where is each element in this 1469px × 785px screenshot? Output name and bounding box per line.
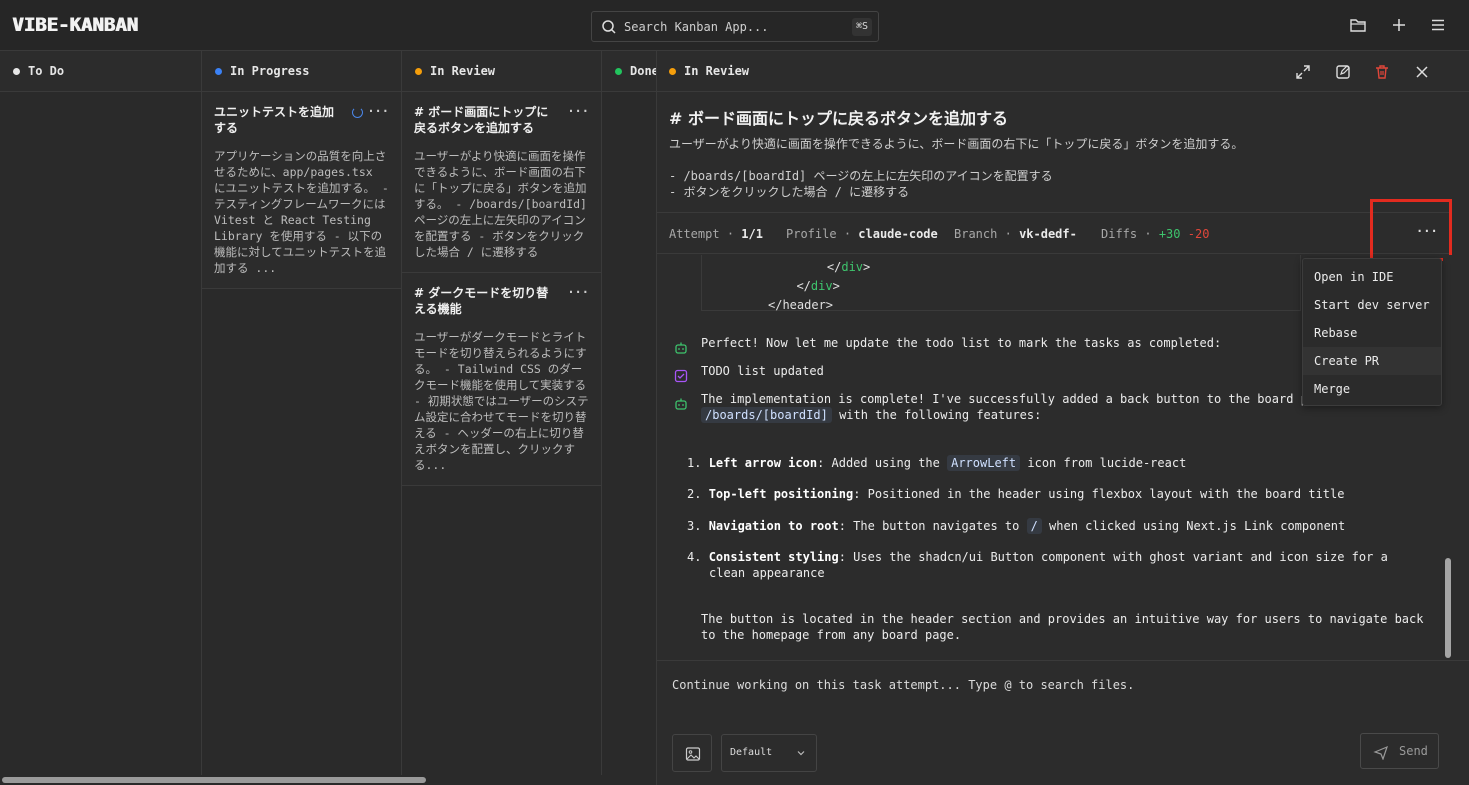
feature-item: 3. Navigation to root: The button naviga… (687, 518, 1346, 534)
status-dot (669, 67, 676, 75)
app-logo[interactable]: VIBE-KANBAN (12, 14, 138, 36)
menu-item-rebase[interactable]: Rebase (1303, 319, 1441, 347)
column-title: To Do (28, 64, 65, 78)
code-line: </header> (768, 298, 834, 312)
column-header[interactable]: To Do (0, 51, 201, 92)
conversation-scrollbar[interactable] (1443, 255, 1453, 659)
scrollbar-thumb[interactable] (2, 777, 426, 783)
search-shortcut: ⌘S (851, 18, 872, 36)
attach-image-button[interactable] (672, 734, 712, 772)
card-body: アプリケーションの品質を向上させるために、app/pages.tsx にユニット… (214, 149, 389, 275)
diffs-info[interactable]: Diffs · +30 -20 (1101, 227, 1209, 241)
task-description: ユーザーがより快適に画面を操作できるように、ボード画面の右下に「トップに戻る」ボ… (669, 137, 1244, 151)
followup-input[interactable]: Continue working on this task attempt...… (672, 678, 1134, 692)
todo-check-icon (674, 369, 688, 383)
panel-header: In Review (657, 51, 1469, 92)
menu-item-open-in-ide[interactable]: Open in IDE (1303, 263, 1441, 291)
feature-item: 1. Left arrow icon: Added using the Arro… (687, 455, 1187, 471)
column-in-progress: In Progress ユニットテストを追加する ··· アプリケーションの品質… (202, 51, 402, 775)
column-title: In Review (430, 64, 496, 78)
task-card[interactable]: # ダークモードを切り替える機能 ··· ユーザーがダークモードとライトモードを… (402, 273, 601, 486)
card-body: ユーザーがダークモードとライトモードを切り替えられるようにする。 - Tailw… (414, 330, 589, 472)
send-icon (1373, 745, 1388, 760)
column-done: Done (602, 51, 656, 775)
top-bar: VIBE-KANBAN Search Kanban App... ⌘S (0, 0, 1469, 51)
task-card[interactable]: # ボード画面にトップに戻るボタンを追加する ··· ユーザーがより快適に画面を… (402, 92, 601, 273)
task-requirements: - /boards/[boardId] ページの左上に左矢印のアイコンを配置する… (669, 168, 1053, 200)
search-icon (602, 20, 616, 34)
assistant-message-cont: /boards/[boardId] with the following fea… (701, 407, 1431, 423)
menu-item-start-dev-server[interactable]: Start dev server (1303, 291, 1441, 319)
column-header[interactable]: In Progress (202, 51, 401, 92)
column-header[interactable]: Done (602, 51, 656, 92)
column-title: Done (630, 64, 656, 78)
trash-icon[interactable] (1373, 63, 1391, 81)
code-snippet: </div> </div> </header> (701, 255, 1301, 312)
folder-icon[interactable] (1349, 16, 1367, 34)
board-horizontal-scrollbar[interactable] (0, 775, 656, 785)
attempt-bar: Attempt · 1/1 Profile · claude-code Bran… (657, 212, 1452, 254)
profile-select-value: Default (730, 747, 773, 758)
requirement-item: - /boards/[boardId] ページの左上に左矢印のアイコンを配置する (669, 169, 1053, 183)
task-detail-panel: In Review # ボード画面にトップに戻るボタンを追加する ユーザーがより… (656, 51, 1469, 785)
kanban-board: To Do In Progress ユニットテストを追加する ··· アプリケー… (0, 51, 656, 775)
card-body: ユーザーがより快適に画面を操作できるように、ボード画面の右下に「トップに戻る」ボ… (414, 149, 587, 259)
scrollbar-thumb[interactable] (1445, 558, 1451, 658)
send-button[interactable]: Send (1360, 733, 1439, 769)
chevron-down-icon (797, 751, 805, 756)
more-options-icon[interactable]: ··· (1416, 224, 1438, 238)
edit-icon[interactable] (1334, 63, 1352, 81)
inline-code: /boards/[boardId] (701, 407, 832, 423)
panel-status: In Review (684, 64, 750, 78)
status-dot (415, 67, 422, 75)
column-title: In Progress (230, 64, 310, 78)
attempt-more-button-highlight[interactable] (1370, 199, 1452, 261)
card-title: # ボード画面にトップに戻るボタンを追加する (414, 105, 549, 135)
search-placeholder: Search Kanban App... (624, 20, 769, 34)
assistant-message: The button is located in the header sect… (701, 612, 1424, 642)
profile-select[interactable]: Default (721, 734, 817, 772)
branch-info: Branch · vk-dedf- (954, 227, 1077, 241)
search-input[interactable]: Search Kanban App... ⌘S (591, 11, 879, 42)
code-line: </div> (798, 260, 871, 274)
menu-item-merge[interactable]: Merge (1303, 375, 1441, 403)
task-title: # ボード画面にトップに戻るボタンを追加する (669, 109, 1008, 128)
status-dot (13, 67, 20, 75)
task-card[interactable]: ユニットテストを追加する ··· アプリケーションの品質を向上させるために、ap… (202, 92, 401, 289)
bot-icon (675, 398, 687, 410)
status-dot (615, 67, 622, 75)
card-more-icon[interactable]: ··· (367, 104, 389, 118)
menu-icon[interactable] (1429, 16, 1447, 34)
image-icon (685, 747, 701, 761)
column-header[interactable]: In Review (402, 51, 601, 92)
card-more-icon[interactable]: ··· (567, 104, 589, 118)
bot-icon (675, 342, 687, 354)
expand-icon[interactable] (1294, 63, 1312, 81)
column-todo: To Do (0, 51, 202, 775)
status-dot (215, 67, 222, 75)
column-in-review: In Review # ボード画面にトップに戻るボタンを追加する ··· ユーザ… (402, 51, 602, 775)
card-title: # ダークモードを切り替える機能 (414, 286, 549, 316)
plus-icon[interactable] (1390, 16, 1408, 34)
loading-spinner-icon (352, 107, 363, 118)
attempt-info: Attempt · 1/1 (669, 227, 763, 241)
feature-item: 4. Consistent styling: Uses the shadcn/u… (687, 550, 1388, 580)
card-title: ユニットテストを追加する (214, 105, 335, 135)
feature-item: 2. Top-left positioning: Positioned in t… (687, 487, 1345, 501)
message-composer: Continue working on this task attempt...… (657, 660, 1469, 785)
profile-info: Profile · claude-code (786, 227, 938, 241)
send-label: Send (1399, 744, 1428, 758)
requirement-item: - ボタンをクリックした場合 / に遷移する (669, 185, 910, 199)
close-icon[interactable] (1413, 63, 1431, 81)
code-line: </div> (782, 279, 840, 293)
card-more-icon[interactable]: ··· (567, 285, 589, 299)
attempt-actions-menu: Open in IDE Start dev server Rebase Crea… (1302, 258, 1442, 406)
menu-item-create-pr[interactable]: Create PR (1303, 347, 1441, 375)
